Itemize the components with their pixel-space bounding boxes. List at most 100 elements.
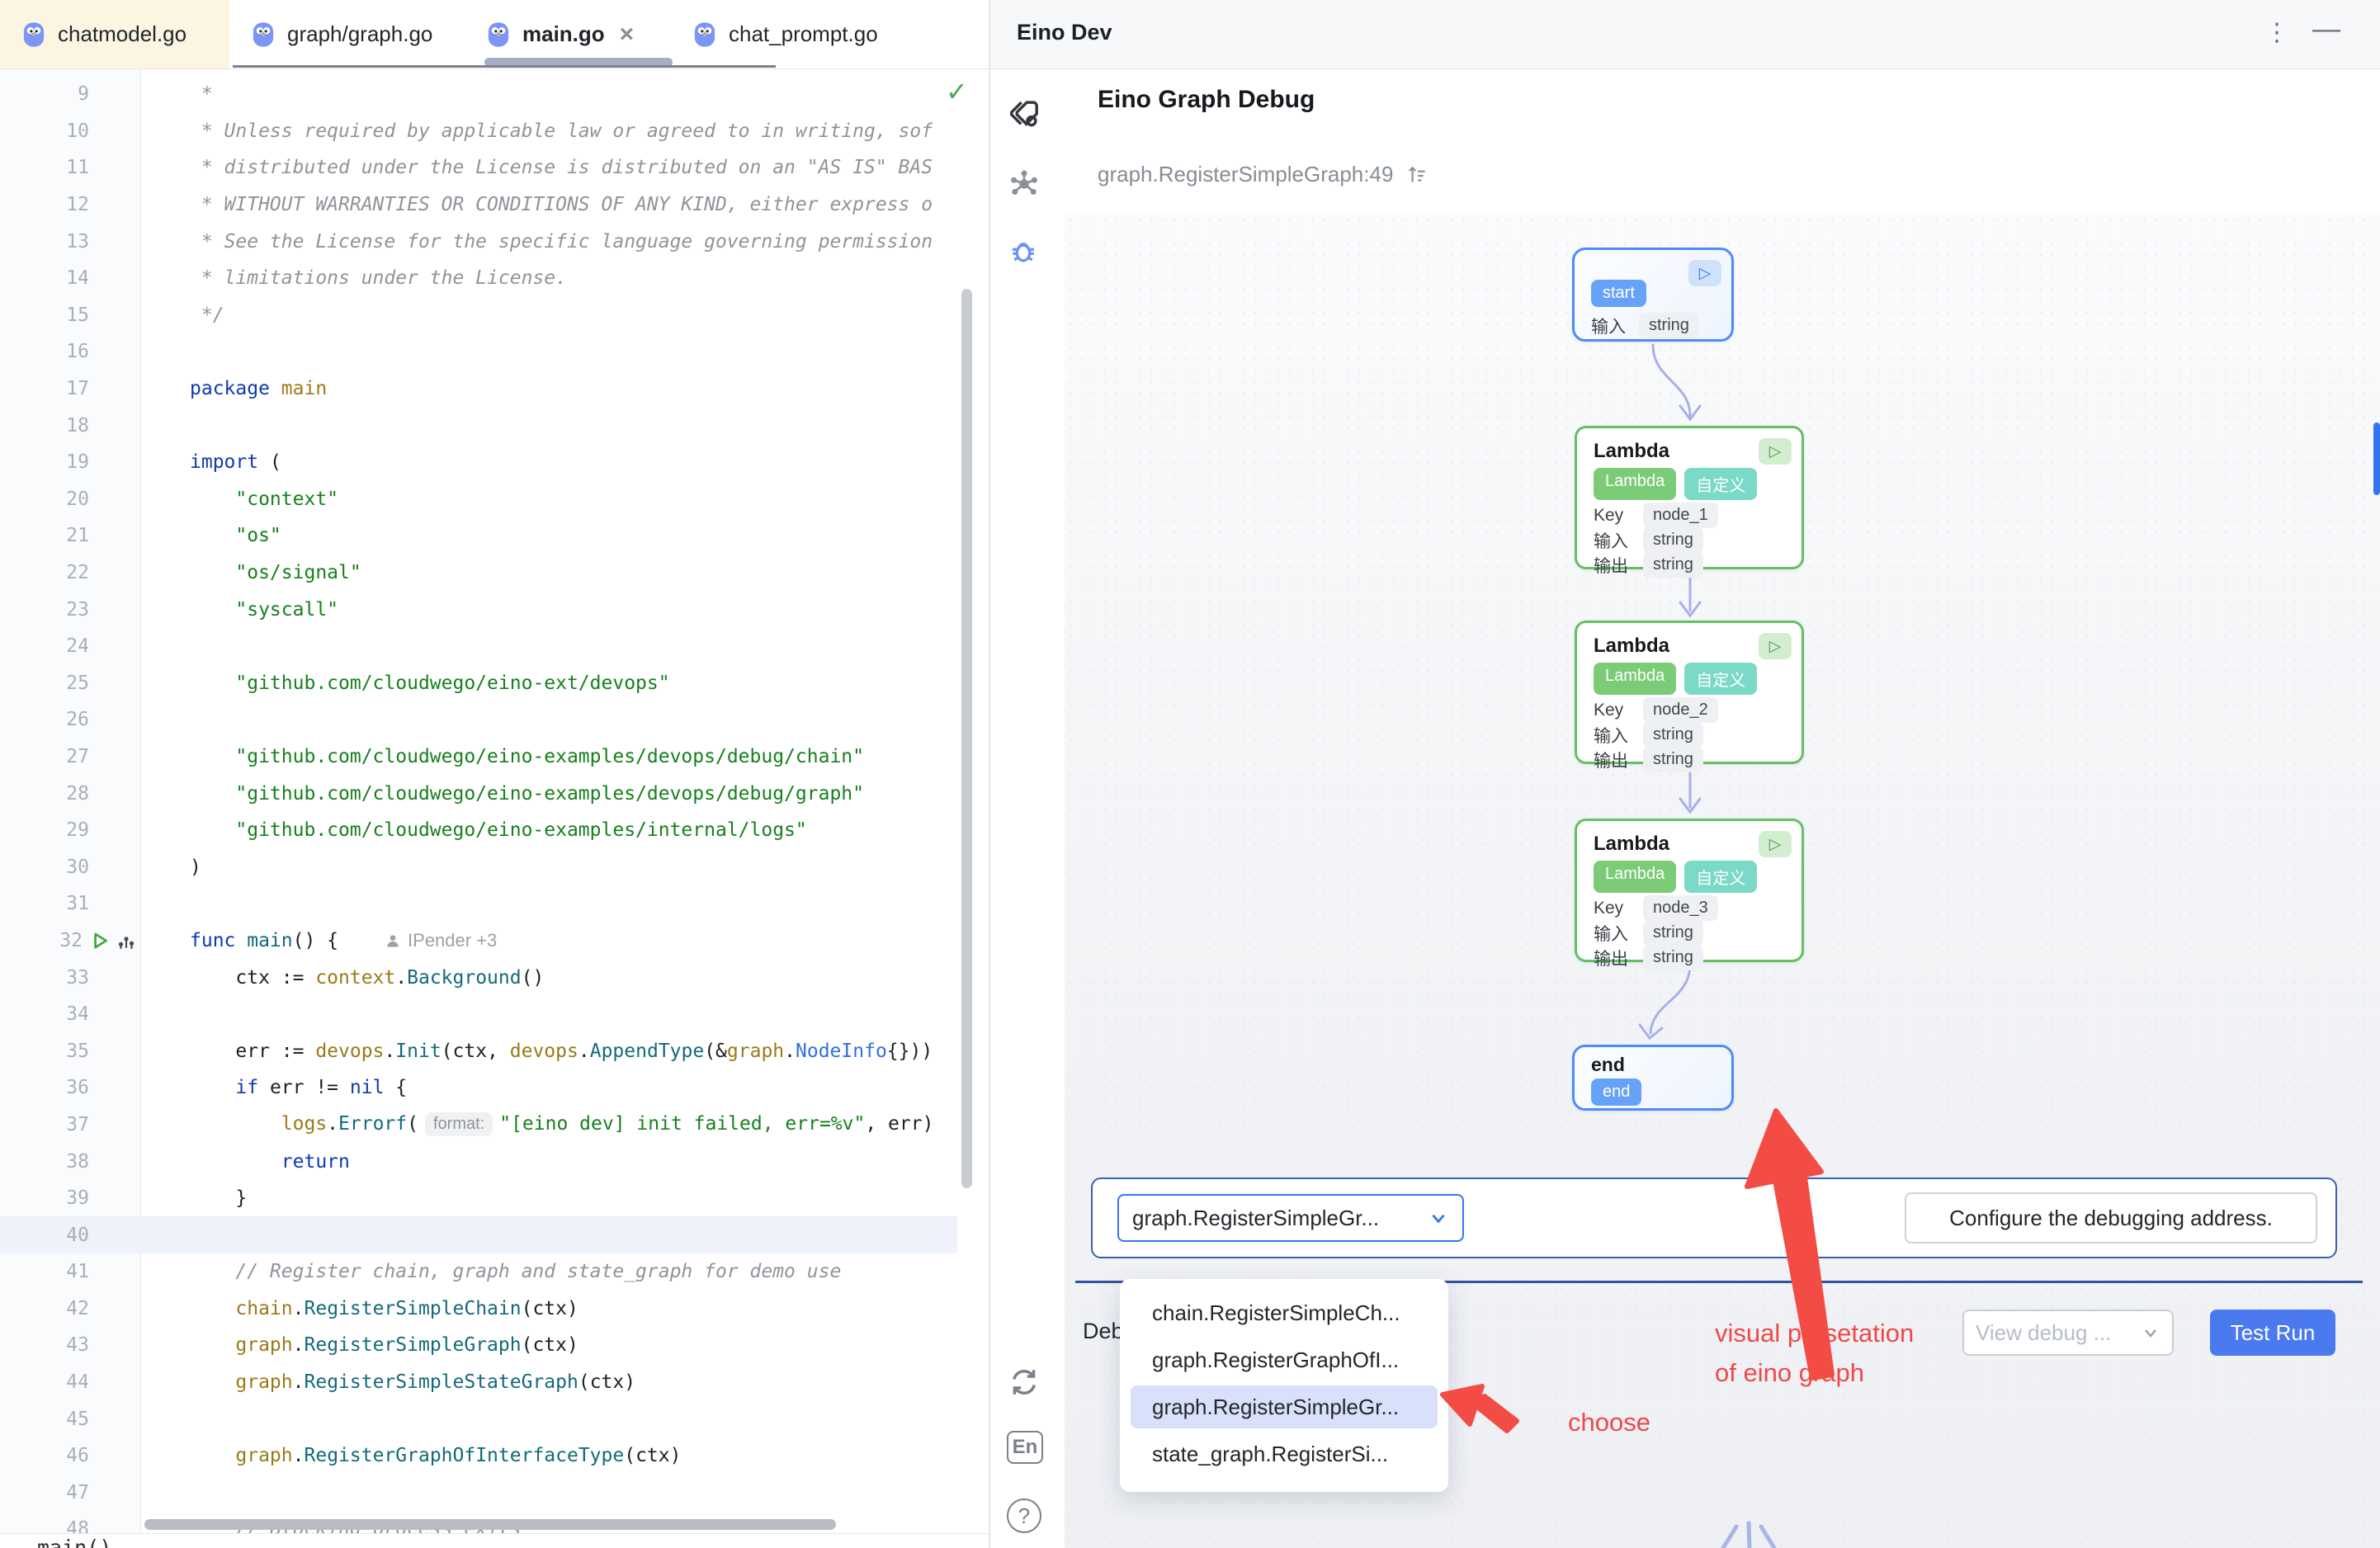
node-row-value: node_1 <box>1643 503 1718 528</box>
horizontal-scrollbar-thumb[interactable] <box>144 1519 836 1530</box>
dropdown-item-0[interactable]: chain.RegisterSimpleCh... <box>1131 1291 1438 1334</box>
graph-node-start[interactable]: ▷start输入string <box>1572 248 1734 342</box>
graph-node-node_2[interactable]: Lambda▷Lambda自定义Keynode_2输入string输出strin… <box>1575 621 1804 764</box>
eino-tag-gear-icon[interactable] <box>1007 97 1045 135</box>
node-play-icon[interactable]: ▷ <box>1759 633 1792 659</box>
code-line-35[interactable]: 35 err := devops.Init(ctx, devops.Append… <box>0 1032 957 1069</box>
code-line-31[interactable]: 31 <box>0 885 957 923</box>
code-line-36[interactable]: 36 if err != nil { <box>0 1069 957 1107</box>
code-line-25[interactable]: 25 "github.com/cloudwego/eino-ext/devops… <box>0 665 957 702</box>
language-en-icon[interactable]: En <box>1007 1431 1043 1464</box>
code-text: graph.RegisterSimpleGraph(ctx) <box>140 1334 578 1356</box>
node-row-value: string <box>1639 313 1699 338</box>
view-debug-select[interactable]: View debug ... <box>1962 1310 2174 1356</box>
code-editor[interactable]: 9 *10 * Unless required by applicable la… <box>0 69 989 1548</box>
panel-minimize-icon[interactable]: — <box>2312 13 2340 45</box>
breadcrumb[interactable]: main() <box>37 1536 111 1548</box>
node-play-icon[interactable]: ▷ <box>1759 438 1792 465</box>
code-line-29[interactable]: 29 "github.com/cloudwego/eino-examples/i… <box>0 812 957 849</box>
node-play-icon[interactable]: ▷ <box>1759 831 1792 857</box>
inspection-ok-icon[interactable]: ✓ <box>946 76 968 107</box>
code-line-11[interactable]: 11 * distributed under the License is di… <box>0 149 957 186</box>
run-icon[interactable] <box>89 930 111 951</box>
line-number: 22 <box>7 562 89 583</box>
code-line-45[interactable]: 45 <box>0 1400 957 1437</box>
code-line-22[interactable]: 22 "os/signal" <box>0 555 957 592</box>
panel-kebab-icon[interactable]: ⋮ <box>2264 18 2289 47</box>
section-title: Eino Graph Debug <box>1098 86 1315 114</box>
code-line-33[interactable]: 33 ctx := context.Background() <box>0 959 957 996</box>
code-line-16[interactable]: 16 <box>0 333 957 370</box>
code-line-46[interactable]: 46 graph.RegisterGraphOfInterfaceType(ct… <box>0 1437 957 1475</box>
code-line-18[interactable]: 18 <box>0 407 957 444</box>
author-inlay[interactable]: IPender +3 <box>385 930 497 951</box>
tab-chat-prompt-go[interactable]: chat_prompt.go <box>671 0 879 68</box>
node-row-label: 输入 <box>1594 723 1630 748</box>
code-lines: 9 *10 * Unless required by applicable la… <box>0 76 957 1548</box>
code-line-44[interactable]: 44 graph.RegisterSimpleStateGraph(ctx) <box>0 1364 957 1401</box>
code-line-13[interactable]: 13 * See the License for the specific la… <box>0 223 957 260</box>
code-line-34[interactable]: 34 <box>0 996 957 1033</box>
configure-address-button[interactable]: Configure the debugging address. <box>1905 1192 2317 1244</box>
line-number: 24 <box>7 635 89 657</box>
tab-strip-scrollbar[interactable] <box>233 65 776 68</box>
test-run-button[interactable]: Test Run <box>2210 1310 2335 1356</box>
code-line-21[interactable]: 21 "os" <box>0 517 957 555</box>
code-text: "github.com/cloudwego/eino-examples/inte… <box>140 819 807 841</box>
graph-node-node_3[interactable]: Lambda▷Lambda自定义Keynode_3输入string输出strin… <box>1575 819 1804 962</box>
graph-node-icon[interactable] <box>1007 167 1041 201</box>
code-line-40[interactable]: 40 <box>0 1216 957 1253</box>
code-line-20[interactable]: 20 "context" <box>0 481 957 518</box>
profiler-icon[interactable] <box>116 930 137 951</box>
node-play-icon[interactable]: ▷ <box>1688 260 1721 286</box>
code-line-12[interactable]: 12 * WITHOUT WARRANTIES OR CONDITIONS OF… <box>0 186 957 224</box>
graph-node-node_1[interactable]: Lambda▷Lambda自定义Keynode_1输入string输出strin… <box>1575 426 1804 569</box>
graph-node-end[interactable]: endend <box>1572 1045 1734 1111</box>
dropdown-item-1[interactable]: graph.RegisterGraphOfI... <box>1131 1338 1438 1381</box>
code-line-41[interactable]: 41 // Register chain, graph and state_gr… <box>0 1253 957 1291</box>
tab-label: chatmodel.go <box>58 21 187 47</box>
code-line-14[interactable]: 14 * limitations under the License. <box>0 260 957 297</box>
debug-bug-icon[interactable] <box>1007 234 1040 267</box>
code-line-32[interactable]: 32func main() {IPender +3 <box>0 923 957 960</box>
code-text: "github.com/cloudwego/eino-examples/devo… <box>140 746 864 767</box>
code-line-10[interactable]: 10 * Unless required by applicable law o… <box>0 113 957 150</box>
code-text: * Unless required by applicable law or a… <box>140 120 933 142</box>
code-line-37[interactable]: 37 logs.Errorf(format:"[eino dev] init f… <box>0 1107 957 1144</box>
node-row-value: string <box>1643 920 1703 946</box>
dropdown-item-2[interactable]: graph.RegisterSimpleGr... <box>1131 1385 1438 1428</box>
node-row-label: 输出 <box>1594 748 1630 772</box>
vertical-scrollbar-thumb[interactable] <box>961 289 972 1188</box>
graph-select[interactable]: graph.RegisterSimpleGr... <box>1117 1194 1464 1242</box>
node-row-label: Key <box>1594 701 1630 720</box>
node-badge: end <box>1591 1078 1641 1106</box>
code-line-47[interactable]: 47 <box>0 1475 957 1512</box>
line-number: 16 <box>7 341 89 362</box>
code-text: "os" <box>140 525 281 546</box>
tab-graph-graph-go[interactable]: graph/graph.go <box>229 0 465 68</box>
code-line-30[interactable]: 30) <box>0 848 957 885</box>
code-line-28[interactable]: 28 "github.com/cloudwego/eino-examples/d… <box>0 775 957 812</box>
code-line-15[interactable]: 15 */ <box>0 297 957 334</box>
refresh-icon[interactable] <box>1007 1365 1041 1399</box>
code-line-26[interactable]: 26 <box>0 701 957 739</box>
code-line-23[interactable]: 23 "syscall" <box>0 591 957 628</box>
node-row-label: 输入 <box>1591 314 1626 338</box>
code-line-42[interactable]: 42 chain.RegisterSimpleChain(ctx) <box>0 1291 957 1328</box>
help-icon[interactable]: ? <box>1007 1498 1041 1533</box>
code-line-39[interactable]: 39 } <box>0 1180 957 1217</box>
node-row-value: string <box>1643 527 1703 553</box>
code-line-38[interactable]: 38 return <box>0 1143 957 1180</box>
sort-sequence-icon[interactable] <box>1406 164 1428 186</box>
code-line-27[interactable]: 27 "github.com/cloudwego/eino-examples/d… <box>0 739 957 776</box>
code-line-24[interactable]: 24 <box>0 628 957 665</box>
close-icon[interactable]: × <box>620 21 635 49</box>
code-line-9[interactable]: 9 * <box>0 76 957 113</box>
code-line-17[interactable]: 17package main <box>0 370 957 408</box>
code-line-43[interactable]: 43 graph.RegisterSimpleGraph(ctx) <box>0 1327 957 1364</box>
line-number: 19 <box>7 451 89 473</box>
dropdown-item-3[interactable]: state_graph.RegisterSi... <box>1131 1432 1438 1475</box>
chevron-down-icon <box>1428 1207 1449 1229</box>
tab-chatmodel-go[interactable]: chatmodel.go <box>0 0 229 68</box>
code-line-19[interactable]: 19import ( <box>0 444 957 481</box>
